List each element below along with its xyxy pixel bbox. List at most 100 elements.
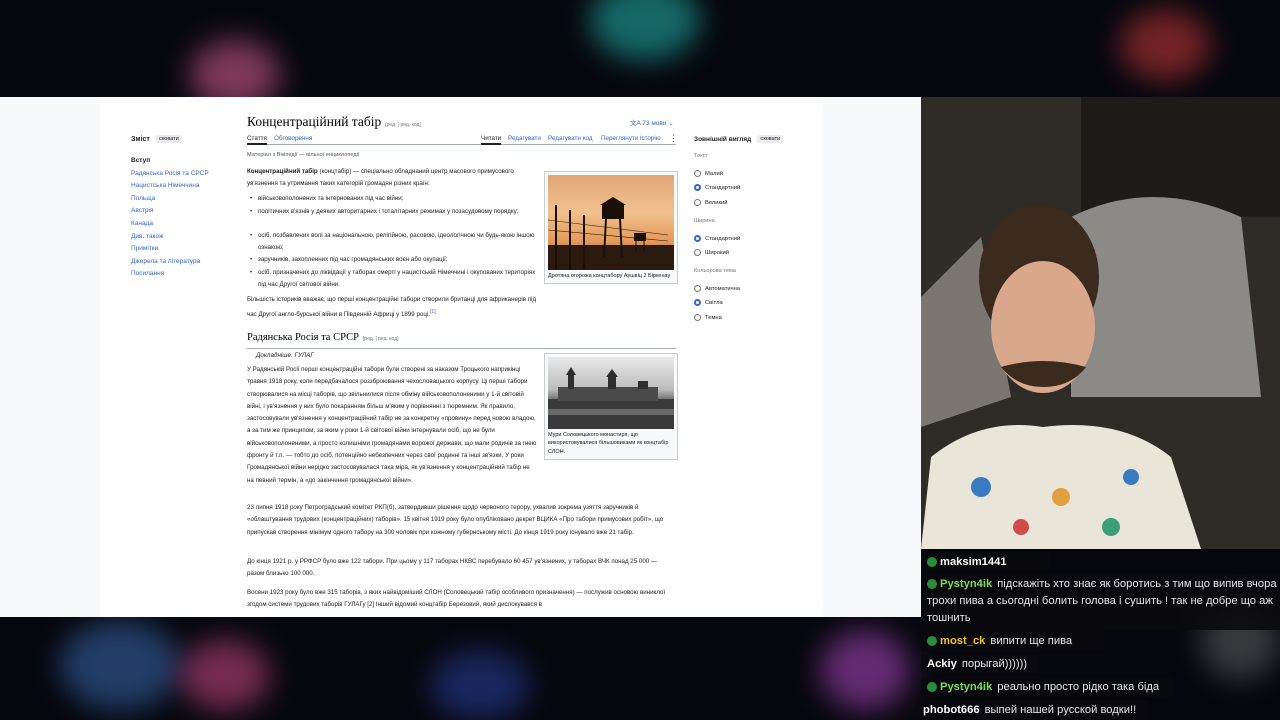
option-label: Автоматична	[705, 285, 741, 292]
chat-username[interactable]: most_ck	[940, 635, 985, 647]
chat-username[interactable]: Ackiy	[927, 658, 957, 670]
more-menu-icon[interactable]: ⋮	[669, 133, 678, 144]
languages-button[interactable]: 文A 73 мови ⌄	[630, 117, 674, 127]
text-size-small-option[interactable]: Малий	[694, 170, 723, 177]
text-size-label: Текст	[694, 153, 709, 159]
option-label: Стандартний	[705, 235, 741, 242]
section-paragraph: До кінця 1921 р. у РРФСР було вже 122 та…	[247, 558, 658, 578]
toc-item[interactable]: Примітки	[131, 243, 231, 256]
chat-username[interactable]: Pystyn4ik	[940, 681, 992, 693]
webcam-feed	[921, 97, 1280, 549]
section-heading: Радянська Росія та СРСР [ред. | ред. код]	[247, 332, 399, 343]
option-label: Малий	[705, 170, 723, 177]
tab-edit[interactable]: Редагувати	[508, 135, 541, 142]
chat-message: phobot666 выпей нашей русской водки!!	[917, 700, 1147, 720]
section-edit-links[interactable]: [ред. | ред. код]	[363, 336, 399, 342]
right-gutter	[823, 97, 921, 617]
width-standard-option[interactable]: Стандартний	[694, 235, 740, 242]
auschwitz-fence-photo[interactable]	[548, 175, 674, 270]
list-item: військовополонених та інтернованих під ч…	[250, 193, 538, 206]
color-theme-label: Кольорова тема	[694, 268, 736, 274]
radio-selected-icon[interactable]	[694, 235, 701, 242]
appearance-hide-button[interactable]: сховати	[757, 135, 784, 143]
toc-item[interactable]: Джерела та література	[131, 256, 231, 269]
chat-message: maksim1441	[921, 552, 1049, 572]
title-edit-links[interactable]: [ред. | ред. код]	[385, 122, 421, 128]
wikipedia-page: Зміст сховати Вступ Радянська Росія та С…	[0, 97, 921, 617]
toc-hide-button[interactable]: сховати	[155, 135, 182, 143]
chat-text: выпей нашей русской водки!!	[984, 704, 1137, 716]
theme-auto-option[interactable]: Автоматична	[694, 285, 740, 292]
tab-read[interactable]: Читати	[481, 135, 502, 145]
reference-link[interactable]: [1]	[430, 309, 436, 315]
text-size-standard-option[interactable]: Стандартний	[694, 184, 740, 191]
section-paragraph: У Радянській Росії перші концентраційні …	[247, 366, 537, 484]
tabs-divider	[247, 144, 676, 145]
radio-icon[interactable]	[694, 285, 701, 292]
streamer-figure	[921, 97, 1280, 549]
figure-auschwitz: Дротяна огорожа концтабору Аушвіц 2 Бірк…	[544, 171, 678, 285]
chat-message: most_ck випити ще пива	[921, 631, 1104, 651]
section-divider	[247, 348, 676, 349]
intro-term-short: (концтабір)	[317, 168, 352, 175]
table-of-contents: Зміст сховати Вступ Радянська Росія та С…	[131, 135, 231, 281]
intro-paragraph-2: Більшість істориків вважає, що перші кон…	[247, 294, 537, 322]
width-label: Ширина	[694, 218, 715, 224]
width-wide-option[interactable]: Широкий	[694, 249, 729, 256]
option-label: Стандартний	[705, 184, 741, 191]
text-size-large-option[interactable]: Великий	[694, 199, 728, 206]
toc-item[interactable]: Польща	[131, 193, 231, 206]
option-label: Темна	[705, 314, 722, 321]
intro-paragraph-2-text: Більшість істориків вважає, що перші кон…	[247, 296, 537, 319]
toc-title: Зміст	[131, 135, 150, 143]
radio-icon[interactable]	[694, 249, 701, 256]
chat-message: Pystyn4ik реально просто рідко така біда	[921, 677, 1174, 697]
radio-selected-icon[interactable]	[694, 299, 701, 306]
radio-icon[interactable]	[694, 314, 701, 321]
badge-icon	[927, 682, 937, 692]
appearance-title: Зовнішній вигляд	[694, 135, 752, 143]
theme-dark-option[interactable]: Темна	[694, 314, 722, 321]
radio-selected-icon[interactable]	[694, 184, 701, 191]
page-title-text: Концентраційний табір	[247, 114, 382, 129]
theme-light-option[interactable]: Світла	[694, 299, 723, 306]
tab-history[interactable]: Переглянути історію	[601, 135, 661, 142]
toc-item[interactable]: Нацистська Німеччина	[131, 180, 231, 193]
toc-item[interactable]: Австрія	[131, 205, 231, 218]
page-title: Концентраційний табір [ред. | ред. код]	[247, 114, 421, 130]
intro-term: Концентраційний табір	[247, 168, 318, 175]
figure-caption: Мури Соловецького монастиря, що використ…	[548, 432, 669, 455]
chat-username[interactable]: maksim1441	[940, 556, 1007, 568]
radio-icon[interactable]	[694, 199, 701, 206]
chat-message: Pystyn4ik підскажіть хто знає як боротись…	[921, 574, 1280, 630]
badge-icon	[927, 579, 937, 590]
chat-text: порыгай))))))	[961, 658, 1028, 670]
chat-message: Ackiy порыгай))))))	[921, 654, 1039, 674]
chat-text: реально просто рідко така біда	[997, 681, 1160, 693]
solovetsky-monastery-photo[interactable]	[548, 357, 674, 429]
intro-paragraph: Концентраційний табір (концтабір) — спец…	[247, 166, 537, 191]
badge-icon	[927, 557, 937, 567]
list-item: осіб, призначених до ліквідації у табора…	[250, 267, 538, 292]
tab-edit-code[interactable]: Редагувати код	[548, 135, 593, 142]
option-label: Світла	[705, 299, 723, 306]
badge-icon	[927, 636, 937, 646]
from-wikipedia-note: Матеріал з Вікіпедії — вільної енциклопе…	[247, 152, 360, 158]
toc-item[interactable]: Див. також	[131, 231, 231, 244]
tab-discussion[interactable]: Обговорення	[274, 135, 312, 142]
toc-item[interactable]: Радянська Росія та СРСР	[131, 168, 231, 181]
toc-item-intro[interactable]: Вступ	[131, 155, 231, 168]
figure-caption: Дротяна огорожа концтабору Аушвіц 2 Бірк…	[548, 273, 671, 279]
section-heading-text: Радянська Росія та СРСР	[247, 332, 359, 343]
radio-icon[interactable]	[694, 170, 701, 177]
chat-username[interactable]: phobot666	[923, 704, 980, 716]
list-item: політичних в'язнів у деяких авторитарних…	[250, 206, 538, 219]
toc-item[interactable]: Канада	[131, 218, 231, 231]
tab-article[interactable]: Стаття	[247, 135, 267, 145]
appearance-panel: Зовнішній вигляд сховати	[694, 135, 794, 153]
toc-item[interactable]: Посилання	[131, 268, 231, 281]
section-paragraph: Восени 1923 року було вже 315 таборів, з…	[247, 589, 666, 609]
hatnote: Докладніше: ГУЛАГ	[256, 352, 314, 359]
chat-username[interactable]: Pystyn4ik	[940, 578, 992, 590]
list-item: заручників, захопленних під час громадян…	[250, 254, 538, 267]
